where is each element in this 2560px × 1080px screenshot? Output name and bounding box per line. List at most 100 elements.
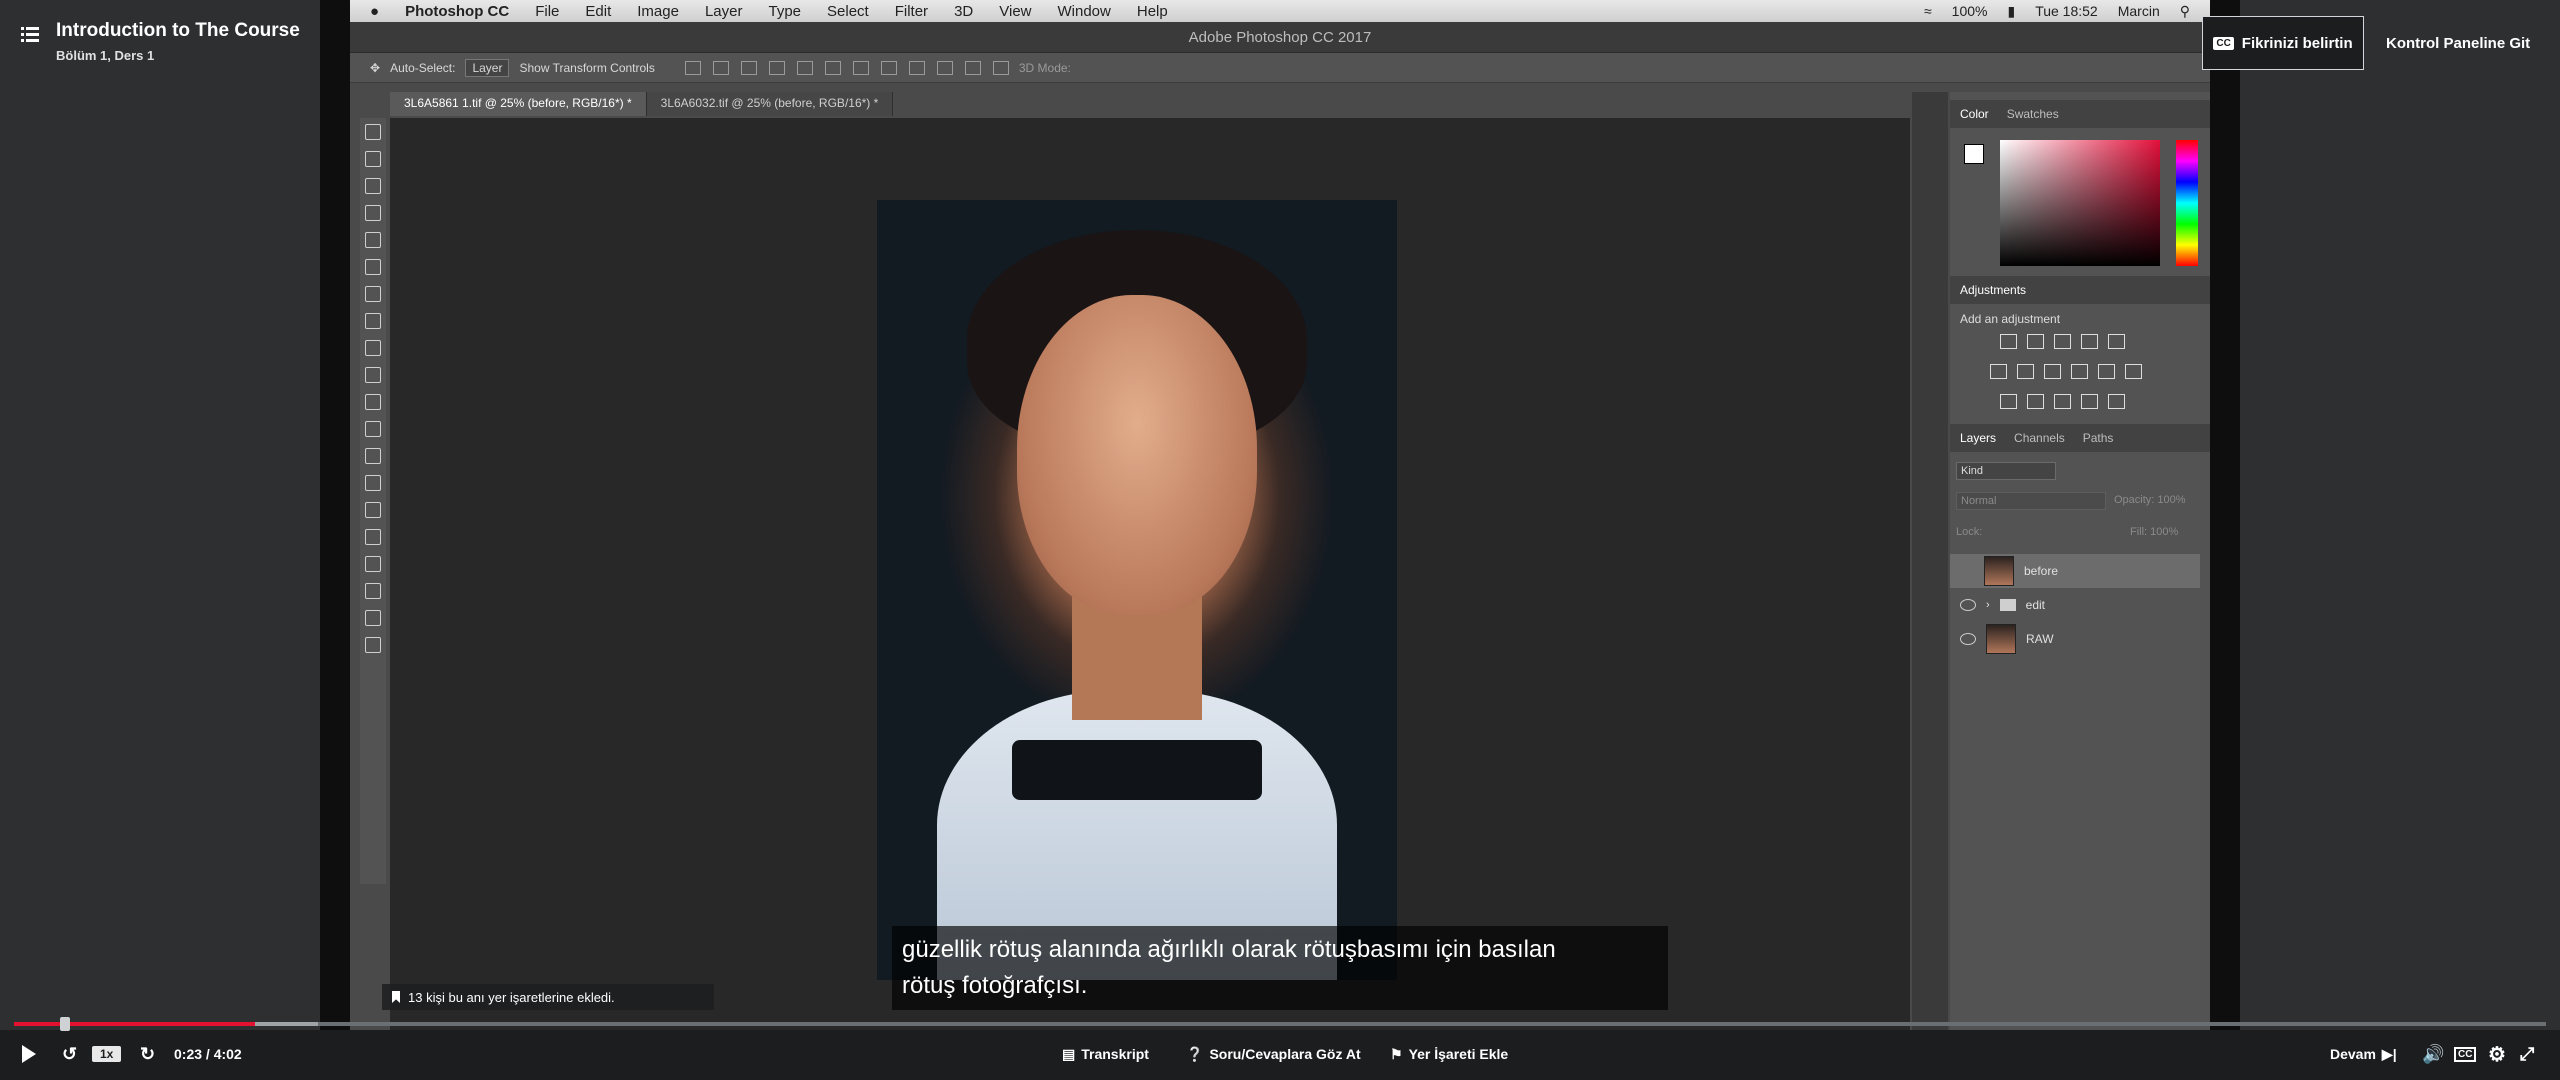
- tab-adjustments: Adjustments: [1960, 283, 2027, 297]
- blur-icon: [365, 448, 381, 464]
- tab-layers: Layers: [1960, 431, 1997, 445]
- marquee-icon: [365, 151, 381, 167]
- feedback-badge: CC: [2213, 36, 2234, 50]
- layer-dropdown: Layer: [465, 58, 510, 77]
- fill-control: Fill: 100%: [2130, 526, 2178, 538]
- eye-icon: [1960, 599, 1976, 611]
- layer-raw: RAW: [1950, 622, 2200, 656]
- qa-label: Soru/Cevaplara Göz At: [1209, 1046, 1361, 1062]
- layer-name: RAW: [2026, 632, 2054, 646]
- hand-icon: [365, 610, 381, 626]
- mac-status-area: ≈ 100% ▮ Tue 18:52 Marcin ⚲: [1924, 0, 2190, 22]
- volume-icon: 🔊: [2422, 1043, 2445, 1064]
- bookmark-notice-text: 13 kişi bu anı yer işaretlerine ekledi.: [408, 989, 615, 1005]
- eraser-icon: [365, 394, 381, 410]
- blend-mode-label: Normal: [1961, 495, 1997, 507]
- mac-menu-app: Photoshop CC: [405, 2, 510, 20]
- rewind-button[interactable]: ↺: [62, 1040, 77, 1068]
- align-icons: [684, 60, 1009, 75]
- tab-paths: Paths: [2082, 431, 2114, 445]
- layer-name: edit: [2025, 598, 2046, 612]
- adjustment-icons-row-1: [2000, 334, 2125, 349]
- video-subtitle: güzellik rötuş alanında ağırlıklı olarak…: [892, 926, 1668, 1010]
- question-icon: ❔: [1186, 1045, 1204, 1062]
- ps-titlebar: Adobe Photoshop CC 2017: [350, 22, 2210, 53]
- mac-menu-view: View: [999, 2, 1032, 20]
- fullscreen-button[interactable]: ⤢: [2520, 1040, 2534, 1068]
- settings-button[interactable]: ⚙: [2488, 1040, 2506, 1068]
- doc-tab-2: 3L6A6032.tif @ 25% (before, RGB/16*) *: [646, 92, 894, 116]
- layer-thumbnail: [1986, 624, 2016, 654]
- subtitle-line-2: rötuş fotoğrafçısı.: [902, 972, 1088, 999]
- transcript-icon: ▤: [1062, 1045, 1076, 1062]
- continue-button[interactable]: Devam ▶|: [2330, 1040, 2397, 1068]
- brush-icon: [365, 313, 381, 329]
- kind-filter-label: Kind: [1961, 465, 1984, 477]
- photoshop-window: ● Photoshop CC File Edit Image Layer Typ…: [350, 0, 2210, 1080]
- 3d-mode-label: 3D Mode:: [1018, 60, 1071, 75]
- chevron-right-icon: ›: [1986, 599, 1990, 611]
- dodge-icon: [365, 475, 381, 491]
- spotlight-icon: ⚲: [2179, 2, 2190, 19]
- adjustment-icons-row-2: [1990, 364, 2142, 379]
- portrait-photo: [877, 200, 1397, 980]
- play-icon: [22, 1045, 36, 1063]
- course-menu-icon[interactable]: [20, 24, 40, 44]
- mac-menu-help: Help: [1136, 2, 1168, 20]
- rewind-icon: ↺: [62, 1043, 78, 1064]
- gradient-icon: [365, 421, 381, 437]
- adjustments-panel-tabs: Adjustments: [1950, 276, 2210, 304]
- adjustment-icons-row-3: [2000, 394, 2125, 409]
- time-display: 0:23 / 4:02: [174, 1046, 242, 1062]
- captions-button[interactable]: CC: [2454, 1040, 2477, 1068]
- tab-swatches: Swatches: [2006, 107, 2059, 121]
- type-icon: [365, 529, 381, 545]
- lesson-subtitle: Bölüm 1, Ders 1: [56, 48, 155, 63]
- ps-document-tabs: 3L6A5861 1.tif @ 25% (before, RGB/16*) *…: [390, 92, 894, 116]
- volume-button[interactable]: 🔊: [2422, 1040, 2444, 1068]
- mac-menu-window: Window: [1057, 2, 1111, 20]
- speed-value: 1x: [92, 1046, 122, 1062]
- qa-button[interactable]: ❔ Soru/Cevaplara Göz At: [1186, 1040, 1361, 1068]
- opacity-label: Opacity:: [2114, 494, 2155, 506]
- zoom-icon: [365, 637, 381, 653]
- skip-next-icon: ▶|: [2381, 1045, 2397, 1062]
- layer-edit: › edit: [1950, 588, 2200, 622]
- add-bookmark-label: Yer İşareti Ekle: [1408, 1046, 1509, 1062]
- bookmark-icon: ⚑: [1390, 1045, 1403, 1062]
- transcript-button[interactable]: ▤ Transkript: [1062, 1040, 1149, 1068]
- feedback-button[interactable]: CC Fikrinizi belirtin: [2202, 16, 2364, 70]
- mac-user: Marcin: [2117, 3, 2160, 19]
- progress-fill: [14, 1022, 255, 1026]
- forward-button[interactable]: ↻: [140, 1040, 155, 1068]
- add-bookmark-button[interactable]: ⚑ Yer İşareti Ekle: [1390, 1040, 1508, 1068]
- apple-icon: ●: [370, 2, 380, 20]
- gear-icon: ⚙: [2488, 1043, 2506, 1066]
- mac-menu-file: File: [535, 2, 560, 20]
- bookmark-icon: [392, 991, 400, 1003]
- path-select-icon: [365, 556, 381, 572]
- right-panel-bg: [2240, 0, 2560, 1080]
- mac-menu-3d: 3D: [954, 2, 974, 20]
- play-button[interactable]: [22, 1040, 36, 1068]
- color-panel-tabs: Color Swatches: [1950, 100, 2210, 128]
- mac-menu-select: Select: [827, 2, 869, 20]
- quick-select-icon: [365, 205, 381, 221]
- battery-level: 100%: [1951, 3, 1988, 19]
- captions-icon: CC: [2454, 1046, 2477, 1062]
- shape-icon: [365, 583, 381, 599]
- progress-track[interactable]: [14, 1022, 2546, 1026]
- blend-mode-select: Normal: [1956, 492, 2106, 510]
- bookmark-marker[interactable]: [60, 1017, 70, 1031]
- healing-icon: [365, 286, 381, 302]
- video-frame[interactable]: ● Photoshop CC File Edit Image Layer Typ…: [320, 0, 2240, 1080]
- dashboard-link[interactable]: Kontrol Paneline Git: [2386, 16, 2530, 70]
- layer-before: before: [1950, 554, 2200, 588]
- speed-button[interactable]: 1x: [92, 1040, 122, 1068]
- history-brush-icon: [365, 367, 381, 383]
- color-field: [2000, 140, 2160, 266]
- lasso-icon: [365, 178, 381, 194]
- continue-label: Devam: [2330, 1046, 2376, 1062]
- wifi-icon: ≈: [1923, 3, 1932, 19]
- subtitle-line-1: güzellik rötuş alanında ağırlıklı olarak…: [902, 936, 1556, 963]
